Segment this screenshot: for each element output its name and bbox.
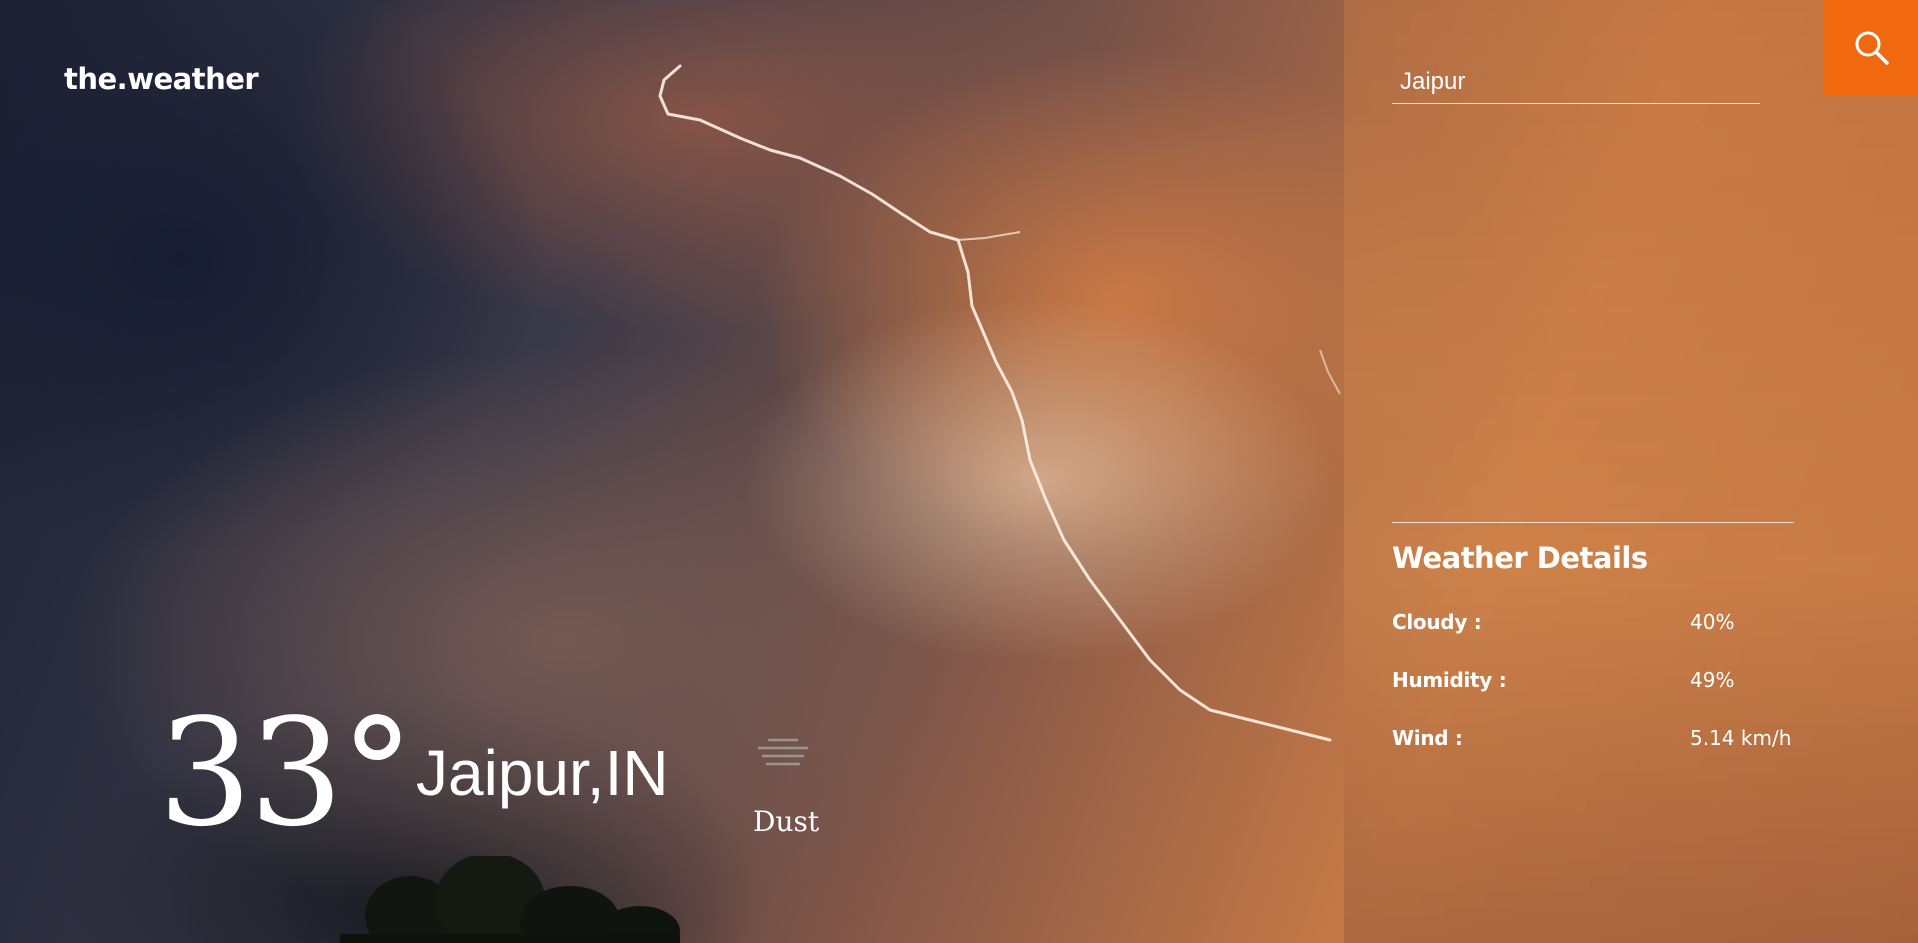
- details-title: Weather Details: [1392, 541, 1648, 575]
- tree-silhouette: [340, 856, 680, 943]
- condition-label: Dust: [753, 805, 820, 838]
- app-logo: the.weather: [64, 62, 259, 96]
- search-icon: [1855, 31, 1889, 65]
- details-divider: [1392, 522, 1794, 523]
- detail-row-cloudy: Cloudy : 40%: [1392, 610, 1794, 640]
- detail-label: Cloudy :: [1392, 610, 1482, 634]
- details-panel: [1344, 0, 1918, 943]
- detail-label: Wind :: [1392, 726, 1463, 750]
- temperature-value: 33°: [158, 687, 414, 859]
- detail-value: 5.14 km/h: [1690, 726, 1792, 750]
- city-name: Jaipur,IN: [416, 737, 669, 809]
- search-input[interactable]: [1392, 60, 1760, 104]
- detail-row-humidity: Humidity : 49%: [1392, 668, 1794, 698]
- search-button[interactable]: [1824, 0, 1918, 96]
- detail-row-wind: Wind : 5.14 km/h: [1392, 726, 1794, 756]
- detail-label: Humidity :: [1392, 668, 1507, 692]
- dust-haze-icon: [757, 738, 809, 766]
- detail-value: 40%: [1690, 610, 1735, 634]
- detail-value: 49%: [1690, 668, 1735, 692]
